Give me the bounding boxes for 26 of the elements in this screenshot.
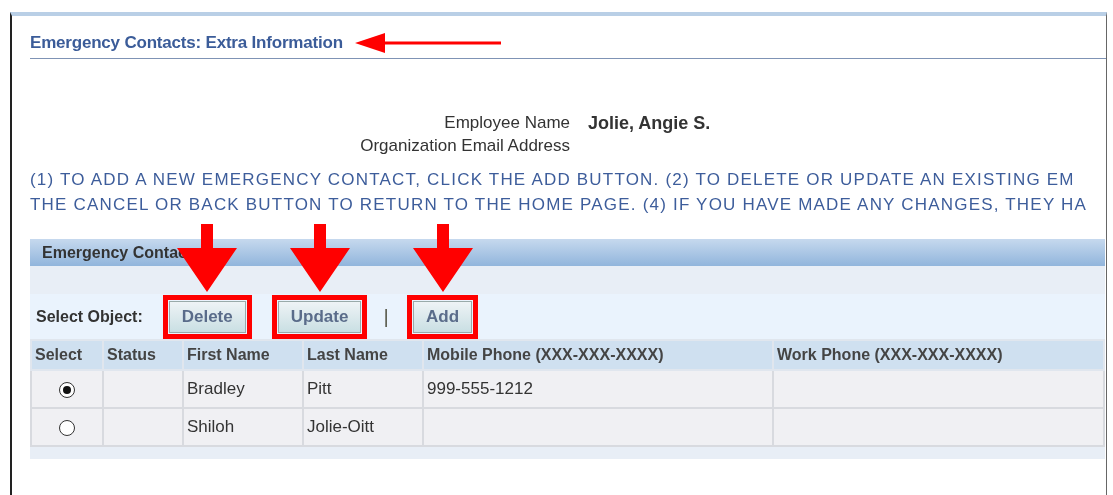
table-cell: 999-555-1212 xyxy=(423,370,773,408)
column-header: Status xyxy=(103,340,183,370)
column-header: Last Name xyxy=(303,340,423,370)
field-label: Organization Email Address xyxy=(359,136,570,156)
column-header: Mobile Phone (XXX-XXX-XXXX) xyxy=(423,340,773,370)
page-title: Emergency Contacts: Extra Information xyxy=(30,33,343,53)
table-cell: Jolie-Oitt xyxy=(303,408,423,446)
toolbar-button[interactable]: Update xyxy=(277,300,362,333)
table-cell: Shiloh xyxy=(183,408,303,446)
employee-name: Jolie, Angie S. xyxy=(588,113,712,134)
column-header: First Name xyxy=(183,340,303,370)
column-header: Work Phone (XXX-XXX-XXXX) xyxy=(773,340,1104,370)
toolbar-label: Select Object: xyxy=(36,307,143,326)
separator: | xyxy=(383,306,390,327)
toolbar-button[interactable]: Add xyxy=(413,300,473,333)
table-cell: Pitt xyxy=(303,370,423,408)
toolbar-button[interactable]: Delete xyxy=(168,300,246,333)
column-header: Select xyxy=(31,340,103,370)
arrow-annotation xyxy=(289,223,350,292)
instruction-text: (1) TO ADD A NEW EMERGENCY CONTACT, CLICK THE ADD BUTTON. (2) TO DELETE OR UPDATE AN EXISTING EM xyxy=(30,169,1076,191)
radio-button[interactable] xyxy=(59,381,75,398)
radio-button[interactable] xyxy=(59,419,75,436)
table-cell: Bradley xyxy=(183,370,303,408)
field-label: Employee Name xyxy=(443,113,570,134)
arrow-annotation xyxy=(412,223,473,292)
instruction-text: THE CANCEL OR BACK BUTTON TO RETURN TO THE HOME PAGE. (4) IF YOU HAVE MADE ANY CHANGES, THEY HA xyxy=(30,194,1089,216)
